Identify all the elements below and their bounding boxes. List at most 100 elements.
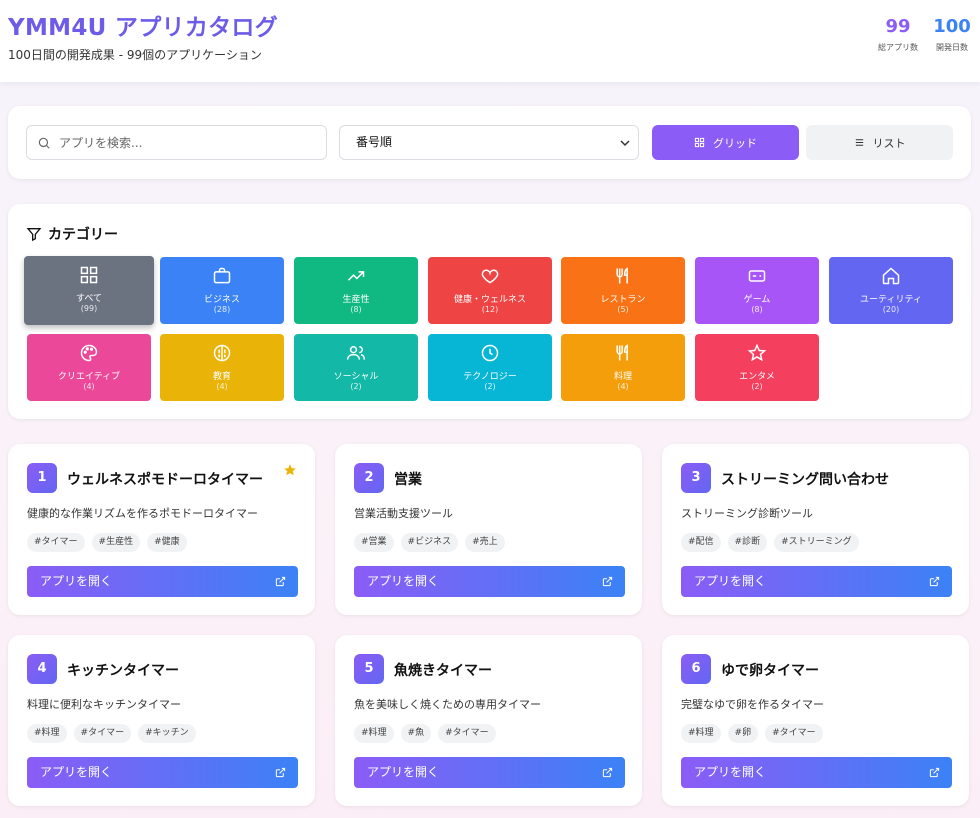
app-title: 営業 bbox=[394, 472, 422, 488]
app-description: 魚を美味しく焼くための専用タイマー bbox=[354, 698, 541, 711]
category-name: 生産性 bbox=[342, 295, 370, 305]
app-description: 営業活動支援ツール bbox=[354, 507, 453, 520]
app-number-badge: 1 bbox=[27, 463, 57, 493]
list-view-button[interactable]: リスト bbox=[806, 125, 953, 160]
categories-heading: カテゴリー bbox=[26, 224, 118, 244]
app-tag[interactable]: #料理 bbox=[27, 724, 67, 743]
stat-total-apps: 99 総アプリ数 bbox=[872, 16, 924, 53]
category-entertainment[interactable]: エンタメ (2) bbox=[695, 334, 819, 401]
header: YMM4U アプリカタログ 100日間の開発成果 - 99個のアプリケーション … bbox=[0, 0, 980, 82]
category-name: クリエイティブ bbox=[57, 372, 121, 382]
category-business[interactable]: ビジネス (28) bbox=[160, 257, 284, 324]
search-box[interactable] bbox=[26, 125, 327, 160]
category-count: (2) bbox=[484, 382, 496, 391]
app-card: 1 ウェルネスポモドーロタイマー 健康的な作業リズムを作るポモドーロタイマー #… bbox=[8, 444, 315, 615]
open-app-label: アプリを開く bbox=[367, 574, 440, 588]
open-app-label: アプリを開く bbox=[40, 574, 113, 588]
app-description: 完璧なゆで卵を作るタイマー bbox=[681, 698, 824, 711]
users-icon bbox=[346, 346, 366, 360]
app-tag[interactable]: #生産性 bbox=[91, 533, 141, 552]
app-tags: #営業 #ビジネス #売上 bbox=[354, 533, 505, 552]
category-health[interactable]: 健康・ウェルネス (12) bbox=[428, 257, 552, 324]
app-tag[interactable]: #料理 bbox=[681, 724, 721, 743]
app-tag[interactable]: #売上 bbox=[465, 533, 505, 552]
grid-view-button[interactable]: グリッド bbox=[652, 125, 799, 160]
grid-view-label: グリッド bbox=[713, 136, 757, 150]
app-title: 魚焼きタイマー bbox=[394, 663, 492, 679]
category-cooking[interactable]: 料理 (4) bbox=[561, 334, 685, 401]
search-input[interactable] bbox=[59, 126, 319, 159]
category-count: (28) bbox=[213, 305, 231, 314]
app-number-badge: 6 bbox=[681, 654, 711, 684]
categories-heading-label: カテゴリー bbox=[48, 227, 118, 243]
utensils-icon bbox=[616, 267, 628, 284]
category-technology[interactable]: テクノロジー (2) bbox=[428, 334, 552, 401]
open-app-button[interactable]: アプリを開く bbox=[681, 566, 952, 597]
category-count: (2) bbox=[350, 382, 362, 391]
category-creative[interactable]: クリエイティブ (4) bbox=[27, 334, 151, 401]
app-tag[interactable]: #タイマー bbox=[27, 533, 85, 552]
app-title: ゆで卵タイマー bbox=[721, 663, 819, 679]
grid-icon bbox=[80, 266, 98, 284]
app-number-badge: 5 bbox=[354, 654, 384, 684]
app-tag[interactable]: #健康 bbox=[147, 533, 187, 552]
app-tag[interactable]: #料理 bbox=[354, 724, 394, 743]
open-app-button[interactable]: アプリを開く bbox=[681, 757, 952, 788]
open-app-button[interactable]: アプリを開く bbox=[27, 566, 298, 597]
app-tag[interactable]: #タイマー bbox=[73, 724, 132, 743]
category-count: (12) bbox=[481, 305, 499, 314]
open-app-button[interactable]: アプリを開く bbox=[354, 757, 625, 788]
category-name: テクノロジー bbox=[463, 372, 517, 382]
category-social[interactable]: ソーシャル (2) bbox=[294, 334, 418, 401]
app-tag[interactable]: #配信 bbox=[681, 533, 721, 552]
external-link-icon bbox=[929, 576, 940, 587]
app-tag[interactable]: #魚 bbox=[400, 724, 432, 743]
controls-panel: 番号順 グリッド リスト bbox=[8, 106, 971, 179]
category-count: (2) bbox=[751, 382, 763, 391]
sort-selected-value: 番号順 bbox=[356, 135, 393, 149]
app-number-badge: 4 bbox=[27, 654, 57, 684]
trending-up-icon bbox=[347, 271, 365, 281]
app-tags: #料理 #タイマー #キッチン bbox=[27, 724, 196, 743]
app-tag[interactable]: #診断 bbox=[727, 533, 768, 552]
app-title: キッチンタイマー bbox=[67, 663, 179, 679]
category-education[interactable]: 教育 (4) bbox=[160, 334, 284, 401]
category-utility[interactable]: ユーティリティ (20) bbox=[829, 257, 953, 324]
category-productivity[interactable]: 生産性 (8) bbox=[294, 257, 418, 324]
app-tag[interactable]: #営業 bbox=[354, 533, 394, 552]
page-subtitle: 100日間の開発成果 - 99個のアプリケーション bbox=[8, 48, 262, 62]
open-app-label: アプリを開く bbox=[40, 765, 113, 779]
category-name: ゲーム bbox=[743, 295, 771, 305]
app-tag[interactable]: #キッチン bbox=[138, 724, 196, 743]
app-tag[interactable]: #ビジネス bbox=[400, 533, 459, 552]
app-tag[interactable]: #タイマー bbox=[438, 724, 496, 743]
open-app-button[interactable]: アプリを開く bbox=[354, 566, 625, 597]
open-app-button[interactable]: アプリを開く bbox=[27, 757, 298, 788]
category-name: ビジネス bbox=[203, 295, 240, 305]
category-name: エンタメ bbox=[739, 372, 775, 382]
stat-dev-days: 100 開発日数 bbox=[930, 16, 974, 53]
category-count: (8) bbox=[350, 305, 362, 314]
app-card: 5 魚焼きタイマー 魚を美味しく焼くための専用タイマー #料理 #魚 #タイマー… bbox=[335, 635, 642, 806]
stat-value: 99 bbox=[885, 16, 911, 37]
categories-panel: カテゴリー すべて (99) ビジネス (28) 生産性 (8) 健康・ウェルネ… bbox=[8, 204, 971, 419]
app-tag[interactable]: #卵 bbox=[727, 724, 759, 743]
list-icon bbox=[855, 139, 863, 146]
palette-icon bbox=[80, 344, 98, 362]
category-restaurant[interactable]: レストラン (5) bbox=[561, 257, 685, 324]
page-title: YMM4U アプリカタログ bbox=[8, 15, 279, 41]
category-name: 教育 bbox=[212, 372, 231, 382]
app-tags: #配信 #診断 #ストリーミング bbox=[681, 533, 859, 552]
category-all[interactable]: すべて (99) bbox=[24, 256, 154, 325]
external-link-icon bbox=[602, 576, 613, 587]
category-count: (20) bbox=[882, 305, 900, 314]
app-tag[interactable]: #ストリーミング bbox=[774, 533, 859, 552]
app-tag[interactable]: #タイマー bbox=[765, 724, 823, 743]
app-tags: #料理 #魚 #タイマー bbox=[354, 724, 496, 743]
sort-select[interactable]: 番号順 bbox=[339, 125, 639, 160]
app-description: 健康的な作業リズムを作るポモドーロタイマー bbox=[27, 507, 258, 520]
app-card: 4 キッチンタイマー 料理に便利なキッチンタイマー #料理 #タイマー #キッチ… bbox=[8, 635, 315, 806]
grid-icon bbox=[694, 137, 705, 148]
category-game[interactable]: ゲーム (8) bbox=[695, 257, 819, 324]
open-app-label: アプリを開く bbox=[694, 765, 767, 779]
